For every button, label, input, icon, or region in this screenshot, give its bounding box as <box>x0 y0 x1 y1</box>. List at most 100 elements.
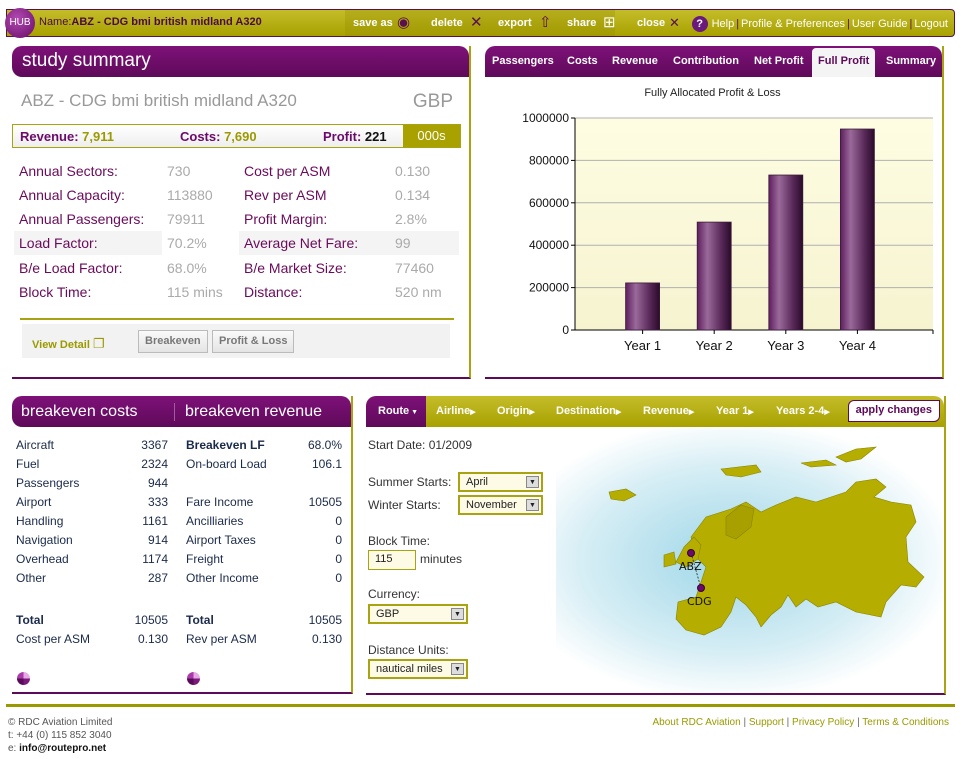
cost-item-label: Aircraft <box>16 438 55 452</box>
user-guide-link[interactable]: User Guide <box>852 18 908 30</box>
cost-item-value: 2324 <box>141 457 168 471</box>
caret-down-icon: ▼ <box>409 409 419 416</box>
terms-conditions-link[interactable]: Terms & Conditions <box>862 717 949 728</box>
stat-value: 68.0% <box>167 260 207 276</box>
chevron-down-icon[interactable]: ▼ <box>526 499 539 511</box>
stat-label: Average Net Fare: <box>244 235 359 251</box>
distance-units-select[interactable]: nautical miles ▼ <box>368 659 468 679</box>
stat-row: Annual Capacity: 113880 Rev per ASM 0.134 <box>12 183 459 207</box>
tab-route-label: Route <box>378 405 410 417</box>
origin-marker[interactable] <box>687 549 695 557</box>
tab-route[interactable]: Route ▼ <box>366 396 426 427</box>
summer-starts-select[interactable]: April ▼ <box>458 472 543 492</box>
route-map[interactable]: ABZ CDG <box>556 427 944 693</box>
revenue-item-label: Ancilliaries <box>186 514 244 528</box>
asm-row: Cost per ASM 0.130 Rev per ASM 0.130 <box>12 632 351 651</box>
tab-destination[interactable]: Destination▶ <box>556 405 621 417</box>
tab-contribution[interactable]: Contribution <box>673 55 739 67</box>
stat-row: Annual Passengers: 79911 Profit Margin: 2.… <box>12 207 459 231</box>
revenue-item-label: Fare Income <box>186 495 254 509</box>
rev-asm-value: 0.130 <box>311 632 342 646</box>
cost-item-value: 1174 <box>142 552 168 566</box>
stat-row: Block Time: 115 mins Distance: 520 nm <box>12 280 459 304</box>
cost-item-label: Other <box>16 571 47 585</box>
study-name-prefix: Name: <box>39 16 72 28</box>
cost-item-label: Overhead <box>16 552 69 566</box>
stat-value: 113880 <box>167 187 213 203</box>
tab-revenue-label: Revenue <box>643 405 689 417</box>
stat-value: 2.8% <box>395 211 427 227</box>
tab-passengers[interactable]: Passengers <box>492 55 554 67</box>
tab-revenue-route[interactable]: Revenue▶ <box>643 405 694 417</box>
privacy-policy-link[interactable]: Privacy Policy <box>792 717 854 728</box>
share-icon[interactable]: ⊞ <box>603 13 616 31</box>
tab-costs[interactable]: Costs <box>567 55 598 67</box>
distance-units-label: Distance Units: <box>368 643 449 657</box>
support-link[interactable]: Support <box>749 717 784 728</box>
winter-starts-label: Winter Starts: <box>368 498 441 512</box>
help-icon[interactable]: ? <box>691 16 708 32</box>
tab-net-profit[interactable]: Net Profit <box>754 55 804 67</box>
tab-origin[interactable]: Origin▶ <box>497 405 535 417</box>
profit-value: 221 <box>364 129 387 144</box>
units-badge: 000s <box>403 125 460 147</box>
footer-divider <box>6 704 955 707</box>
tab-revenue[interactable]: Revenue <box>612 55 658 67</box>
save-as-button[interactable]: save as <box>353 17 393 29</box>
block-time-input[interactable]: 115 <box>368 550 416 570</box>
profile-preferences-link[interactable]: Profile & Preferences <box>741 18 845 30</box>
chevron-down-icon[interactable]: ▼ <box>526 476 539 488</box>
email-link[interactable]: info@routepro.net <box>19 743 106 754</box>
chevron-down-icon[interactable]: ▼ <box>451 608 464 620</box>
stat-value: 520 nm <box>395 284 442 300</box>
windows-icon: ❐ <box>92 336 105 351</box>
help-link[interactable]: Help <box>712 18 735 30</box>
revenue-item-value: 0 <box>335 571 342 585</box>
tab-years-2-4-label: Years 2-4 <box>776 405 825 417</box>
stat-value: 79911 <box>167 211 205 227</box>
export-icon[interactable]: ⇧ <box>539 13 552 31</box>
bar <box>768 174 804 331</box>
export-button[interactable]: export <box>498 17 532 29</box>
destination-marker[interactable] <box>697 584 705 592</box>
revenue-pie-chart-icon[interactable] <box>187 672 200 685</box>
rev-total-label: Total <box>186 613 214 627</box>
hub-logo[interactable]: HUB <box>5 8 35 38</box>
tab-year-1[interactable]: Year 1▶ <box>716 405 754 417</box>
tab-full-profit[interactable]: Full Profit <box>812 48 876 77</box>
share-button[interactable]: share <box>567 17 596 29</box>
logout-link[interactable]: Logout <box>914 18 948 30</box>
bar <box>625 282 660 331</box>
email-prefix: e: <box>8 743 20 754</box>
currency-select[interactable]: GBP ▼ <box>368 604 468 624</box>
breakeven-header: breakeven costs breakeven revenue <box>12 396 351 427</box>
profit-loss-button[interactable]: Profit & Loss <box>212 330 295 353</box>
profit-label: Profit: <box>323 129 362 144</box>
y-tick-label: 0 <box>562 323 569 337</box>
close-button[interactable]: close <box>637 17 665 29</box>
cost-item-label: Navigation <box>16 533 73 547</box>
tab-origin-label: Origin <box>497 405 530 417</box>
stat-value: 0.130 <box>395 163 431 179</box>
close-icon[interactable]: ✕ <box>669 15 680 31</box>
revenue-item-value: 0 <box>335 514 342 528</box>
route-panel: Route ▼ Airline▶ Origin▶ Destination▶ Re… <box>366 396 946 695</box>
view-detail-link[interactable]: View Detail ❐ <box>32 336 105 352</box>
delete-button[interactable]: delete <box>431 17 463 29</box>
apply-changes-button[interactable]: apply changes <box>847 400 940 422</box>
stat-label: Distance: <box>244 284 303 300</box>
tab-summary[interactable]: Summary <box>886 55 936 67</box>
chevron-down-icon[interactable]: ▼ <box>451 663 464 675</box>
delete-icon[interactable]: ✕ <box>470 13 483 31</box>
caret-right-icon: ▶ <box>688 409 695 416</box>
tab-airline[interactable]: Airline▶ <box>436 405 476 417</box>
about-link[interactable]: About RDC Aviation <box>652 717 740 728</box>
winter-starts-select[interactable]: November ▼ <box>458 495 543 515</box>
save-icon[interactable]: ◉ <box>397 13 410 31</box>
costs-pie-chart-icon[interactable] <box>17 672 30 685</box>
breakeven-button[interactable]: Breakeven <box>138 330 208 353</box>
stat-value: 99 <box>395 235 411 251</box>
tab-years-2-4[interactable]: Years 2-4▶ <box>776 405 830 417</box>
cost-item-label: Fuel <box>16 457 40 471</box>
stat-label: Annual Passengers: <box>19 211 145 227</box>
